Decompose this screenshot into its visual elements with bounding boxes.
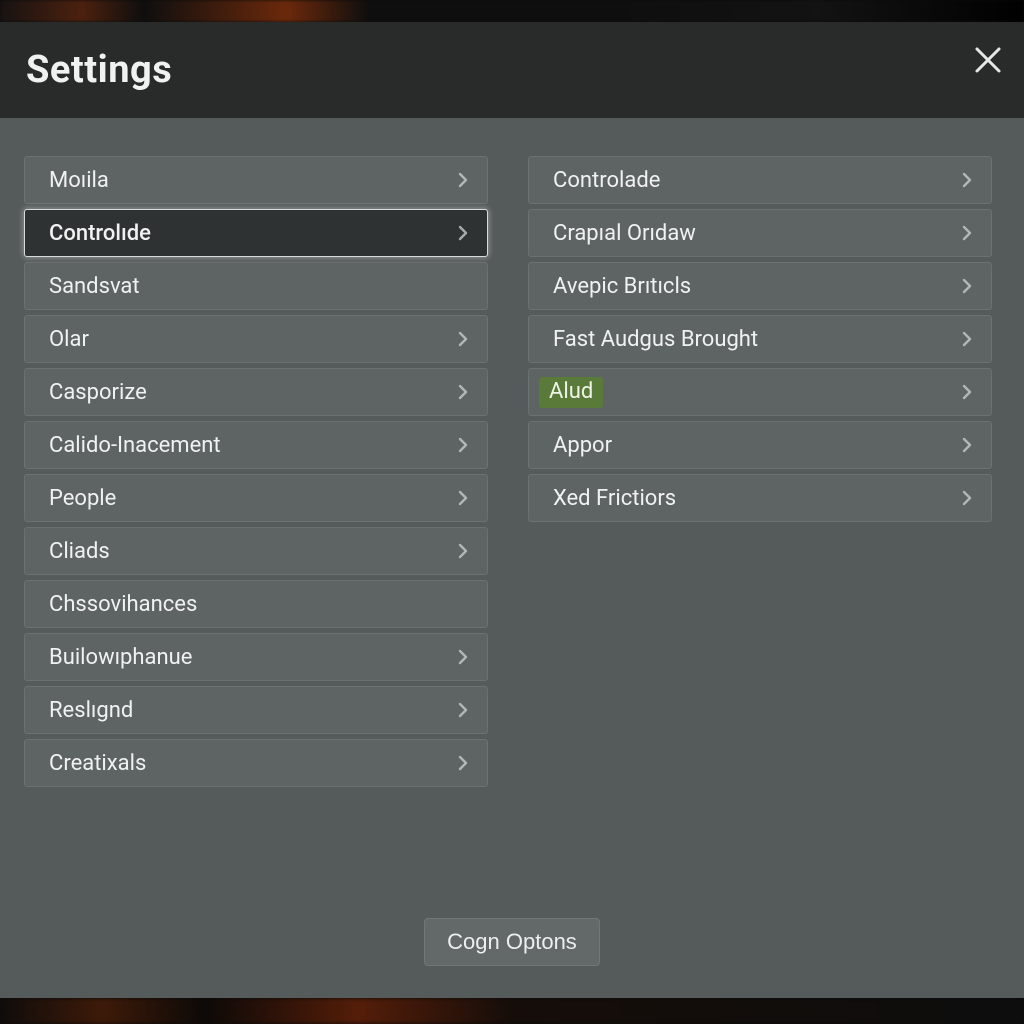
settings-row-label: Xed Frictiors <box>553 486 676 511</box>
settings-right-column: Controlade Crapıal Orıdaw Avepic Brıtıcls F… <box>528 156 992 906</box>
settings-row-label: Olar <box>49 327 89 352</box>
settings-row[interactable]: Crapıal Orıdaw <box>528 209 992 257</box>
chevron-right-icon <box>455 225 471 241</box>
settings-row-label: Avepic Brıtıcls <box>553 274 691 299</box>
settings-row-label: Chssovihances <box>49 592 197 617</box>
settings-row[interactable]: Moıila <box>24 156 488 204</box>
close-icon <box>973 45 1003 79</box>
settings-row[interactable]: Reslıgnd <box>24 686 488 734</box>
modal-body: Moıila Controlıde Sandsvat Olar Casporize Cal… <box>0 118 1024 906</box>
settings-row-label: Controlıde <box>49 221 151 246</box>
settings-row-label: Creatixals <box>49 751 146 776</box>
chevron-right-icon <box>455 331 471 347</box>
status-badge: Alud <box>539 377 603 408</box>
settings-row-label: Casporize <box>49 380 147 405</box>
settings-row[interactable]: Builowıphanue <box>24 633 488 681</box>
background-bottom-strip <box>0 998 1024 1024</box>
chevron-right-icon <box>455 702 471 718</box>
close-button[interactable] <box>964 38 1012 86</box>
chevron-right-icon <box>455 172 471 188</box>
settings-row[interactable]: Avepic Brıtıcls <box>528 262 992 310</box>
chevron-right-icon <box>455 490 471 506</box>
settings-row-label: Controlade <box>553 168 660 193</box>
page-title: Settings <box>26 48 172 92</box>
chevron-right-icon <box>455 384 471 400</box>
chevron-right-icon <box>959 278 975 294</box>
settings-row[interactable]: Controlıde <box>24 209 488 257</box>
modal-header: Settings <box>0 22 1024 118</box>
chevron-right-icon <box>959 225 975 241</box>
settings-row[interactable]: Olar <box>24 315 488 363</box>
settings-row-label: Calido-Inacement <box>49 433 221 458</box>
settings-row-label: Crapıal Orıdaw <box>553 221 696 246</box>
settings-row[interactable]: Alud <box>528 368 992 416</box>
settings-row[interactable]: Chssovihances <box>24 580 488 628</box>
settings-row-label: Reslıgnd <box>49 698 133 723</box>
settings-row-label: Cliads <box>49 539 110 564</box>
settings-row-label: People <box>49 486 116 511</box>
chevron-right-icon <box>959 172 975 188</box>
settings-row[interactable]: Appor <box>528 421 992 469</box>
settings-left-column: Moıila Controlıde Sandsvat Olar Casporize Cal… <box>24 156 488 906</box>
settings-row[interactable]: People <box>24 474 488 522</box>
cogn-options-button[interactable]: Cogn Optons <box>424 918 600 966</box>
chevron-right-icon <box>959 437 975 453</box>
settings-row-label: Sandsvat <box>49 274 140 299</box>
chevron-right-icon <box>959 331 975 347</box>
chevron-right-icon <box>455 543 471 559</box>
settings-row-label: Builowıphanue <box>49 645 192 670</box>
chevron-right-icon <box>959 384 975 400</box>
settings-row[interactable]: Sandsvat <box>24 262 488 310</box>
settings-modal: Settings Moıila Controlıde Sandsvat Olar Cas… <box>0 22 1024 998</box>
background-top-strip <box>0 0 1024 22</box>
modal-footer: Cogn Optons <box>0 906 1024 998</box>
settings-row[interactable]: Xed Frictiors <box>528 474 992 522</box>
chevron-right-icon <box>455 649 471 665</box>
chevron-right-icon <box>455 755 471 771</box>
settings-row[interactable]: Fast Audgus Brought <box>528 315 992 363</box>
settings-row[interactable]: Casporize <box>24 368 488 416</box>
chevron-right-icon <box>455 437 471 453</box>
settings-row[interactable]: Creatixals <box>24 739 488 787</box>
settings-row-label: Appor <box>553 433 612 458</box>
settings-row[interactable]: Calido-Inacement <box>24 421 488 469</box>
chevron-right-icon <box>959 490 975 506</box>
settings-row-label: Fast Audgus Brought <box>553 327 758 352</box>
settings-row[interactable]: Cliads <box>24 527 488 575</box>
settings-row[interactable]: Controlade <box>528 156 992 204</box>
settings-row-label: Moıila <box>49 168 109 193</box>
